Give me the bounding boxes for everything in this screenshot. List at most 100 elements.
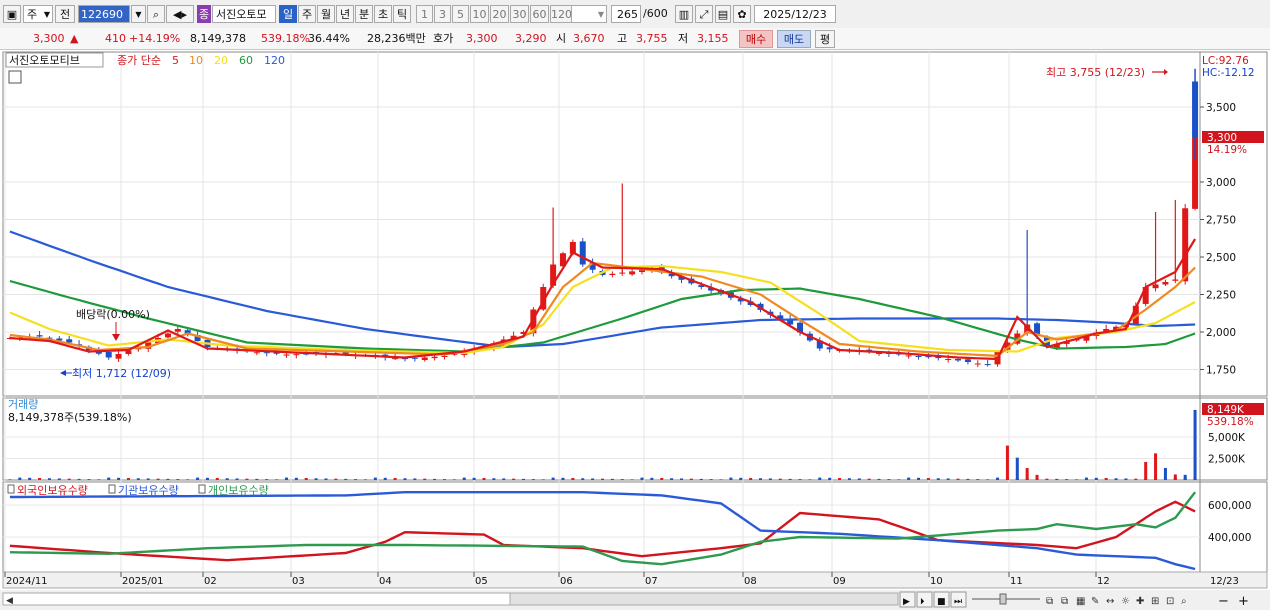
volume-bar <box>442 479 446 480</box>
volume-bar <box>1173 474 1177 480</box>
volume-bar <box>294 477 298 480</box>
volume-bar <box>1104 478 1108 480</box>
x-tick-label: 03 <box>292 576 305 587</box>
x-tick-label: 02 <box>204 576 217 587</box>
volume-bar <box>531 479 535 480</box>
candle-body <box>293 354 300 356</box>
candle-body <box>411 357 418 359</box>
volume-bar <box>275 479 279 480</box>
volume-bar <box>1094 477 1098 480</box>
volume-tick-label: 5,000K <box>1208 432 1246 444</box>
volume-bar <box>966 478 970 480</box>
volume-bar <box>1015 457 1019 480</box>
x-tick-label: 12/23 <box>1210 576 1239 587</box>
volume-bar <box>28 477 32 480</box>
volume-bar <box>936 478 940 480</box>
volume-bar <box>680 478 684 480</box>
tool-icon-2: ▦ <box>1076 596 1085 607</box>
volume-bar <box>956 478 960 480</box>
volume-bar <box>976 479 980 480</box>
price-tick-label: 2,500 <box>1206 252 1236 264</box>
volume-bar <box>729 477 733 480</box>
volume-bar <box>245 478 249 480</box>
candle-body <box>66 339 73 343</box>
volume-bar <box>284 477 288 480</box>
holdings-tick-label: 600,000 <box>1208 500 1251 512</box>
volume-bar <box>393 478 397 480</box>
volume-bar <box>324 478 328 480</box>
candle-body <box>945 359 952 360</box>
playback-icon-3: ⏭ <box>954 597 962 607</box>
tool-icon-0: ⧉ <box>1046 596 1053 607</box>
volume-panel-frame <box>2 397 1268 481</box>
volume-bar <box>1025 467 1029 480</box>
volume-bar <box>126 478 130 480</box>
volume-bar <box>512 478 516 480</box>
volume-bar <box>1084 477 1088 480</box>
volume-bar <box>1124 478 1128 480</box>
x-tick-label: 10 <box>930 576 943 587</box>
volume-bar <box>196 477 200 480</box>
legend-box <box>108 484 116 494</box>
volume-bar <box>77 478 81 480</box>
last-pct-tag: 14.19% <box>1207 144 1247 156</box>
volume-last-tag: 8,149K <box>1207 404 1245 416</box>
ma-period-20: 20 <box>214 54 228 67</box>
volume-bar <box>462 477 466 480</box>
volume-bar <box>838 478 842 480</box>
volume-summary: 8,149,378주(539.18%) <box>8 411 132 424</box>
volume-bar <box>482 478 486 480</box>
volume-bar <box>719 479 723 480</box>
tool-icon-9: ⌕ <box>1181 596 1187 607</box>
volume-bar <box>1035 474 1039 480</box>
candle-body <box>421 357 428 361</box>
price-tick-label: 2,000 <box>1206 327 1236 339</box>
x-tick-label: 2024/11 <box>6 576 48 587</box>
volume-bar <box>334 478 338 480</box>
volume-bar <box>946 478 950 480</box>
volume-bar <box>926 478 930 480</box>
volume-bar <box>581 478 585 480</box>
volume-bar <box>383 477 387 480</box>
volume-bar <box>433 478 437 480</box>
candle-body <box>392 358 399 360</box>
volume-bar <box>709 479 713 480</box>
zoom-in-icon: + <box>1238 594 1249 609</box>
high-annotation: 최고 3,755 (12/23) <box>1046 66 1145 79</box>
price-panel-frame <box>2 51 1268 397</box>
price-tick-label: 2,750 <box>1206 215 1236 227</box>
lc-value: LC:92.76 <box>1202 55 1249 67</box>
candle-body <box>955 359 962 361</box>
ma-period-5: 5 <box>172 54 179 67</box>
volume-bar <box>472 477 476 480</box>
candle-body <box>283 354 290 356</box>
volume-bar <box>8 479 12 480</box>
volume-bar <box>877 478 881 480</box>
volume-bar <box>1144 461 1148 480</box>
candle-body <box>639 270 646 272</box>
volume-bar <box>1045 478 1049 480</box>
x-tick-label: 11 <box>1010 576 1023 587</box>
volume-bar <box>887 479 891 480</box>
volume-bar <box>1055 478 1059 480</box>
candle-body <box>984 364 991 366</box>
x-tick-label: 06 <box>560 576 573 587</box>
volume-bar <box>808 479 812 480</box>
volume-bar <box>423 478 427 480</box>
tool-icon-1: ⧉ <box>1061 596 1068 607</box>
candle-body <box>964 359 971 362</box>
stock-chart[interactable]: 2024/11 2025/01 02 03 04 05 06 07 08 09 10 11 12 12/2… <box>0 0 1270 610</box>
candle-body <box>105 351 112 358</box>
volume-bar <box>591 478 595 480</box>
volume-bar <box>739 477 743 480</box>
hc-value: HC:-12.12 <box>1202 67 1255 79</box>
volume-bar <box>640 477 644 480</box>
ma-label: 종가 단순 <box>117 54 161 67</box>
volume-bar <box>897 479 901 480</box>
last-price-tag: 3,300 <box>1207 132 1237 144</box>
volume-bar <box>57 478 61 480</box>
candle-body <box>115 354 122 359</box>
zoom-slider-handle <box>999 593 1007 605</box>
candle-body <box>629 271 636 275</box>
volume-bar <box>18 477 22 480</box>
